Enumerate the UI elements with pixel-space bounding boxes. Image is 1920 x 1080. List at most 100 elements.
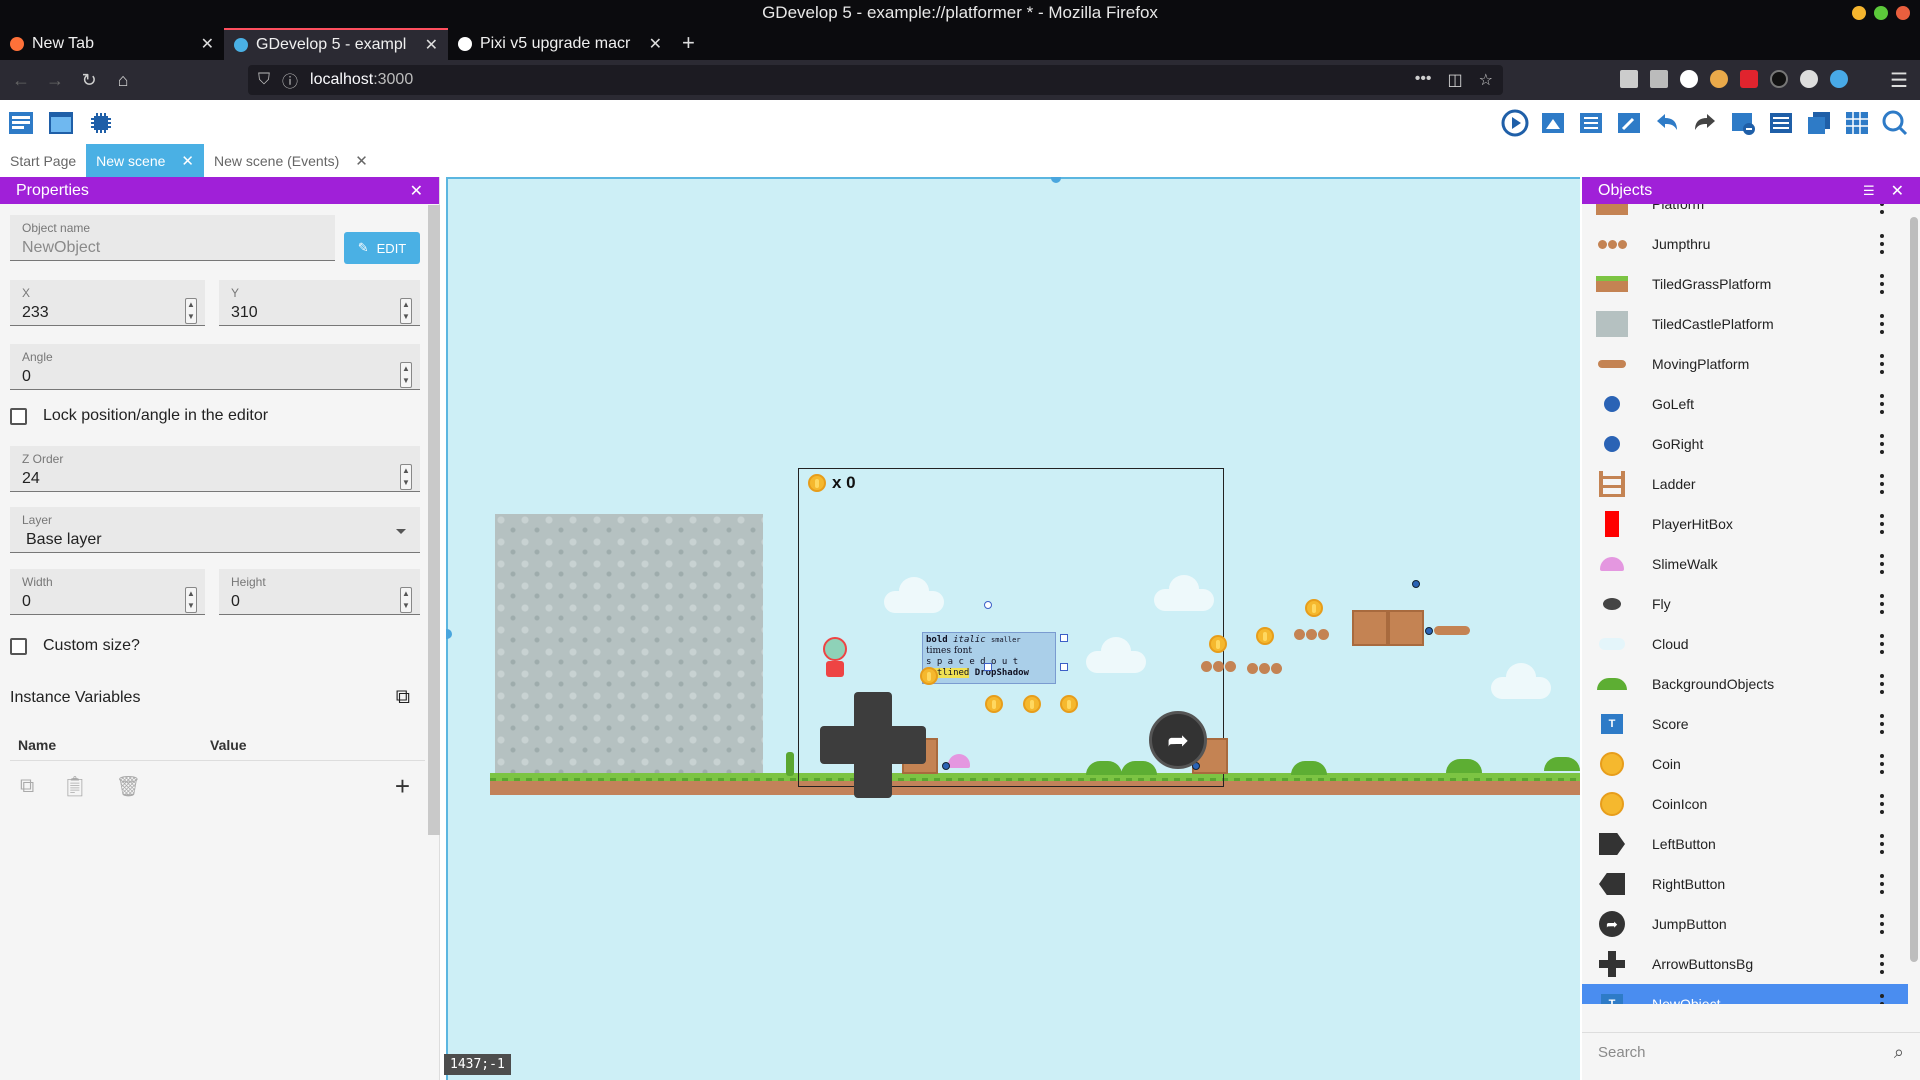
jump-button[interactable]: ➦: [1149, 711, 1207, 769]
project-manager-icon[interactable]: [6, 108, 36, 138]
maximize-icon[interactable]: [1874, 6, 1888, 20]
stepper-icon[interactable]: ▲ ▼: [400, 464, 412, 490]
close-window-icon[interactable]: [1896, 6, 1910, 20]
player[interactable]: [822, 637, 848, 681]
preview-play-icon[interactable]: [1500, 108, 1530, 138]
site-info-icon[interactable]: ⓘ: [282, 68, 298, 92]
more-vert-icon[interactable]: [1880, 204, 1884, 214]
new-object-text[interactable]: bold italic smaller times font s p a c e…: [922, 632, 1056, 684]
more-vert-icon[interactable]: [1880, 634, 1884, 654]
more-vert-icon[interactable]: [1880, 514, 1884, 534]
object-name-field[interactable]: Object name NewObject: [10, 215, 335, 261]
jumpthru[interactable]: [1201, 661, 1236, 672]
instances-list-icon[interactable]: [1576, 108, 1606, 138]
layers-list-icon[interactable]: [1766, 108, 1796, 138]
selection-handle[interactable]: [984, 663, 992, 671]
tab-new-scene[interactable]: New scene ✕: [86, 144, 204, 177]
more-vert-icon[interactable]: [1880, 274, 1884, 294]
edit-object-button[interactable]: ✎ EDIT: [344, 232, 420, 264]
jumpthru[interactable]: [1294, 629, 1329, 640]
delete-selection-icon[interactable]: [1728, 108, 1758, 138]
close-tab-icon[interactable]: ✕: [201, 34, 214, 54]
trash-icon[interactable]: 🗑︎: [116, 774, 141, 799]
object-item-coinicon[interactable]: CoinIcon: [1582, 784, 1908, 824]
debugger-icon[interactable]: [86, 108, 116, 138]
more-vert-icon[interactable]: [1880, 754, 1884, 774]
background-object[interactable]: [1446, 759, 1482, 773]
sidebar-icon[interactable]: [1650, 70, 1668, 88]
more-vert-icon[interactable]: [1880, 394, 1884, 414]
zoom-icon[interactable]: [1880, 108, 1910, 138]
score-hud[interactable]: x 0: [808, 473, 856, 493]
object-item-fly[interactable]: Fly: [1582, 584, 1908, 624]
reload-icon[interactable]: ↻: [72, 70, 106, 91]
more-vert-icon[interactable]: [1880, 794, 1884, 814]
objects-scrollbar[interactable]: [1910, 217, 1918, 962]
bookmark-star-icon[interactable]: ☆: [1479, 70, 1493, 90]
search-icon[interactable]: ⌕: [1894, 1042, 1904, 1063]
resize-handle[interactable]: [446, 629, 452, 639]
forward-icon[interactable]: →: [38, 70, 72, 91]
shield-icon[interactable]: ⛉: [258, 71, 270, 89]
platform[interactable]: [1388, 610, 1424, 646]
x-position-input[interactable]: X 233 ▲ ▼: [10, 280, 205, 326]
scene-canvas[interactable]: x 0 bold italic smaller times font s p a…: [446, 177, 1580, 1080]
more-vert-icon[interactable]: [1880, 714, 1884, 734]
more-actions-icon[interactable]: •••: [1415, 70, 1432, 90]
more-vert-icon[interactable]: [1880, 874, 1884, 894]
hamburger-menu-icon[interactable]: ☰: [1890, 68, 1908, 93]
selection-handle[interactable]: [1060, 634, 1068, 642]
coin[interactable]: [1060, 695, 1078, 713]
extension-icon[interactable]: [1770, 70, 1788, 88]
cloud[interactable]: [1491, 663, 1551, 699]
fly[interactable]: [1425, 627, 1433, 635]
paste-icon[interactable]: 📋︎: [62, 774, 87, 799]
browser-tab-gdevelop[interactable]: GDevelop 5 - exampl ✕: [224, 28, 448, 60]
object-item-cloud[interactable]: Cloud: [1582, 624, 1908, 664]
height-input[interactable]: Height 0 ▲ ▼: [219, 569, 420, 615]
arrow-buttons-bg[interactable]: [820, 692, 926, 798]
resize-handle[interactable]: [1051, 177, 1061, 183]
close-icon[interactable]: ✕: [355, 152, 368, 170]
y-position-input[interactable]: Y 310 ▲ ▼: [219, 280, 420, 326]
more-vert-icon[interactable]: [1880, 594, 1884, 614]
back-icon[interactable]: ←: [4, 70, 38, 91]
background-object[interactable]: [1291, 761, 1327, 775]
object-item-backgroundobjects[interactable]: BackgroundObjects: [1582, 664, 1908, 704]
coin[interactable]: [1209, 635, 1227, 653]
close-tab-icon[interactable]: ✕: [649, 34, 662, 54]
object-item-goleft[interactable]: GoLeft: [1582, 384, 1908, 424]
filter-icon[interactable]: ☰: [1863, 183, 1875, 199]
more-vert-icon[interactable]: [1880, 554, 1884, 574]
object-item-score[interactable]: T Score: [1582, 704, 1908, 744]
open-external-icon[interactable]: ⧉: [396, 686, 410, 709]
coin[interactable]: [1256, 627, 1274, 645]
background-object[interactable]: [1544, 757, 1580, 771]
chat-icon[interactable]: [1800, 70, 1818, 88]
more-vert-icon[interactable]: [1880, 834, 1884, 854]
object-item-tiledgrassplatform[interactable]: TiledGrassPlatform: [1582, 264, 1908, 304]
object-item-coin[interactable]: Coin: [1582, 744, 1908, 784]
close-tab-icon[interactable]: ✕: [425, 35, 438, 55]
cactus[interactable]: [786, 752, 794, 776]
redo-icon[interactable]: [1690, 108, 1720, 138]
object-item-platform[interactable]: Platform: [1582, 204, 1908, 224]
more-vert-icon[interactable]: [1880, 354, 1884, 374]
lock-position-checkbox[interactable]: [10, 407, 27, 425]
object-groups-icon[interactable]: [1538, 108, 1568, 138]
coin[interactable]: [1023, 695, 1041, 713]
fly[interactable]: [942, 762, 950, 770]
stepper-icon[interactable]: ▲ ▼: [400, 298, 412, 324]
extension-icon[interactable]: [1830, 70, 1848, 88]
close-icon[interactable]: ✕: [181, 152, 194, 170]
object-item-jumpthru[interactable]: Jumpthru: [1582, 224, 1908, 264]
lock-position-row[interactable]: Lock position/angle in the editor: [10, 407, 268, 425]
more-vert-icon[interactable]: [1880, 234, 1884, 254]
minimize-icon[interactable]: [1852, 6, 1866, 20]
more-vert-icon[interactable]: [1880, 954, 1884, 974]
object-item-tiledcastleplatform[interactable]: TiledCastlePlatform: [1582, 304, 1908, 344]
width-input[interactable]: Width 0 ▲ ▼: [10, 569, 205, 615]
tab-new-scene-events[interactable]: New scene (Events) ✕: [204, 144, 378, 177]
browser-tab-new-tab[interactable]: New Tab ✕: [0, 28, 224, 60]
custom-size-row[interactable]: Custom size?: [10, 637, 140, 655]
